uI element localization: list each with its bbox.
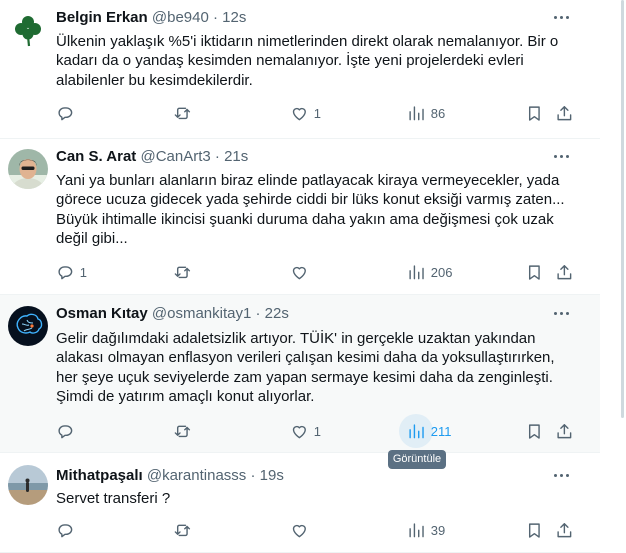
bookmark-button[interactable] [525,262,544,282]
views-count: 206 [430,264,453,280]
views-count: 86 [430,105,446,121]
retweet-icon [174,425,191,437]
tweet-mithatpasali[interactable]: Mithatpaşalı @karantinasss · 19s Servet … [0,453,600,553]
timestamp[interactable]: 22s [265,305,289,322]
bookmark-button[interactable] [525,421,544,441]
views-icon [409,265,424,279]
reply-button[interactable] [56,103,80,123]
separator-dot: · [255,305,261,322]
like-button[interactable]: 1 [290,103,321,123]
reply-button[interactable]: 1 [56,262,87,282]
avatar[interactable] [8,10,48,50]
share-icon [557,522,572,537]
author-handle[interactable]: @CanArt3 [140,148,210,165]
reply-icon [58,106,73,120]
share-button[interactable] [555,103,574,123]
retweet-icon [174,524,191,536]
views-icon [409,523,424,537]
avatar[interactable] [8,306,48,346]
like-button[interactable] [290,520,314,540]
like-count: 1 [313,423,321,439]
retweet-button[interactable] [173,421,197,441]
share-button[interactable] [555,421,574,441]
views-button[interactable]: 39 [407,520,445,540]
reply-button[interactable] [56,421,80,441]
author-name[interactable]: Can S. Arat [56,148,136,165]
tweet-text: Yani ya bunları alanların biraz elinde p… [56,172,565,248]
reply-icon [58,265,73,279]
retweet-button[interactable] [173,262,197,282]
retweet-icon [174,107,191,119]
like-icon [292,107,306,120]
views-button[interactable]: 86 [407,103,445,123]
like-icon [292,524,306,537]
more-icon[interactable] [552,307,572,321]
more-icon[interactable] [552,469,572,483]
avatar[interactable] [8,465,48,505]
bookmark-icon [528,265,540,280]
like-icon [292,425,306,438]
author-handle[interactable]: @karantinasss [147,467,246,484]
bookmark-button[interactable] [525,103,544,123]
more-icon[interactable] [552,150,572,164]
timestamp[interactable]: 19s [260,467,284,484]
retweet-button[interactable] [173,103,197,123]
separator-dot: · [214,148,220,165]
views-tooltip: Görüntüle [388,450,446,469]
bookmark-icon [528,424,540,439]
like-icon [292,266,306,279]
views-count: 39 [430,522,446,538]
like-button[interactable]: 1 [290,421,321,441]
tweet-belgin-erkan[interactable]: Belgin Erkan @be940 · 12s Ülkenin yaklaş… [0,0,600,139]
separator-dot: · [213,9,218,26]
avatar[interactable] [8,149,48,189]
reply-count: 1 [79,264,87,280]
author-handle[interactable]: @osmankitay1 [152,305,251,322]
tweet-can-s-arat[interactable]: Can S. Arat @CanArt3 · 21s Yani ya bunla… [0,139,600,295]
author-name[interactable]: Osman Kıtay [56,305,148,322]
like-count: 1 [313,105,321,121]
share-icon [557,105,572,120]
retweet-icon [174,266,191,278]
author-name[interactable]: Mithatpaşalı [56,467,143,484]
like-button[interactable] [290,262,314,282]
timeline: Belgin Erkan @be940 · 12s Ülkenin yaklaş… [0,0,600,553]
tweet-text: Servet transferi ? [56,490,171,507]
retweet-button[interactable] [173,520,197,540]
views-count: 211 [430,423,452,439]
person-photo [8,149,48,189]
more-icon[interactable] [552,11,572,25]
timestamp[interactable]: 21s [224,148,248,165]
reply-button[interactable] [56,520,80,540]
scrollbar[interactable] [621,0,624,418]
share-icon [557,264,572,279]
tweet-text: Ülkenin yaklaşık %5'i iktidarın nimetler… [56,33,559,89]
views-button[interactable]: 206 [407,262,452,282]
share-button[interactable] [555,520,574,540]
bookmark-icon [528,106,540,121]
separator-dot: · [250,467,256,484]
views-icon [409,106,424,120]
views-button[interactable]: 211 [407,421,451,441]
beach-photo [8,465,48,505]
clover-icon [8,10,48,50]
author-name[interactable]: Belgin Erkan [56,9,148,26]
author-handle[interactable]: @be940 [152,9,209,26]
bookmark-button[interactable] [525,520,544,540]
neon-brain-image [8,306,48,346]
share-icon [557,423,572,438]
timestamp[interactable]: 12s [222,9,246,26]
bookmark-icon [528,523,540,538]
reply-icon [58,424,73,438]
reply-icon [58,523,73,537]
views-icon [409,424,424,438]
share-button[interactable] [555,262,574,282]
tweet-osman-kitay[interactable]: Osman Kıtay @osmankitay1 · 22s Gelir dağ… [0,295,600,453]
tweet-text: Gelir dağılımdaki adaletsizlik artıyor. … [56,330,555,406]
